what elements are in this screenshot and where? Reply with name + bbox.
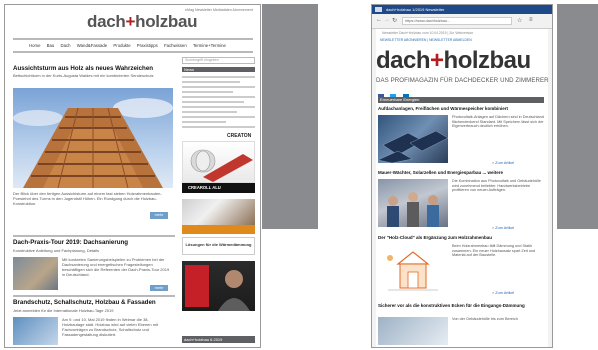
logo-text-dach: dach (87, 12, 126, 31)
divider (13, 235, 175, 237)
ad-banner-house[interactable] (182, 199, 255, 225)
logo-text-dach: dach (376, 47, 431, 74)
item-1-link[interactable]: > Zum Artikel (492, 161, 514, 166)
article-3-body: Am 9. und 10. Mai 2019 finden in Weimar … (62, 317, 159, 337)
more-button[interactable]: mehr (150, 285, 168, 291)
item-1-title[interactable]: Aufdachanlagen, Freiflächen und Wärmespe… (378, 106, 544, 111)
news-line[interactable] (182, 121, 226, 123)
search-input[interactable]: Suchbegriff eingeben (182, 57, 255, 64)
reload-icon[interactable]: ↻ (392, 17, 397, 24)
ad-brand[interactable]: CREATON (227, 133, 251, 139)
news-line[interactable] (182, 86, 255, 88)
item-3-image[interactable] (378, 244, 448, 296)
ad-banner-person[interactable] (182, 261, 255, 311)
article-2-title[interactable]: Dach-Praxis-Tour 2019: Dachsanierung (13, 239, 128, 246)
logo-text-holzbau: holzbau (443, 47, 532, 74)
menu-icon[interactable]: ≡ (529, 17, 533, 23)
item-3-title[interactable]: Der "Holz-Cloud" als Ergänzung zum Holzr… (378, 235, 544, 240)
tower-image[interactable] (13, 88, 173, 188)
newsletter-menu[interactable]: NEWSLETTER ABONNIEREN | NEWSLETTER ABMEL… (380, 38, 472, 42)
item-4-title[interactable]: Sicherer vor als die konstruktiven Ecken… (378, 303, 544, 308)
forward-icon[interactable]: → (384, 17, 390, 23)
item-1-text: Photovoltaik-Anlagen auf Dächern sind in… (452, 115, 544, 129)
ad-text-box[interactable]: Lösungen für die Wärmedämmung (182, 237, 255, 255)
item-2-text: Die Kombination aus Photovoltaik und Geb… (452, 179, 541, 193)
sidebar-footer: dach+holzbau 6.2019 (182, 336, 255, 343)
item-4-sub: Von der Gebäudehülle bis zum Bereich (452, 317, 518, 321)
browser-toolbar: ← → ↻ https://www.dachholzbau... ☆ ≡ (372, 14, 552, 29)
divider (13, 38, 253, 40)
gray-block-left (262, 4, 318, 229)
nav-fachwissen[interactable]: Fachwissen (164, 43, 187, 48)
tagline: DAS PROFIMAGAZIN FÜR DACHDECKER UND ZIMM… (376, 77, 549, 84)
article-2-image[interactable] (13, 257, 58, 290)
url-input[interactable]: https://www.dachholzbau... (402, 17, 512, 25)
main-nav: Home Bau Dach Wand&Fassade Produkte Prax… (29, 43, 231, 48)
item-3-text: Beim Holzrahmenbau fällt Dämmung und Sta… (452, 244, 536, 258)
logo-text-holzbau: holzbau (135, 12, 198, 31)
news-line[interactable] (182, 76, 255, 78)
back-icon[interactable]: ← (376, 17, 382, 23)
house-diagram (387, 251, 438, 291)
item-2-image[interactable] (378, 179, 448, 227)
article-2-sub: Konstruktive Anleitung und Fachplanung, … (13, 248, 100, 253)
article-3-sub: Jetzt anmelden für die Internationale Ho… (13, 308, 114, 313)
item-4-image[interactable] (378, 317, 448, 345)
news-line[interactable] (182, 111, 237, 113)
news-line[interactable] (182, 81, 241, 83)
nav-produkte[interactable]: Produkte (113, 43, 130, 48)
app-icon (375, 7, 382, 12)
solar-panels-photo (378, 130, 448, 163)
newsletter-logo[interactable]: dach+holzbau (376, 47, 531, 75)
ad-product-name[interactable]: CREAROLL ALU (182, 183, 255, 193)
roll-illustration (190, 149, 253, 182)
news-line[interactable] (182, 91, 234, 93)
nav-praxistipps[interactable]: Praxistipps (137, 43, 158, 48)
window-title: dach+holzbau 1/2019 Newsletter (372, 5, 552, 14)
item-3-link[interactable]: > Zum Artikel (492, 291, 514, 296)
website-screenshot: eMag Newsletter Mediadaten Abonnement da… (4, 4, 261, 348)
top-note[interactable]: Newsletter Dach+Holzbau vom 10.04.2019 |… (382, 31, 473, 35)
nav-wand[interactable]: Wand&Fassade (77, 43, 107, 48)
news-line[interactable] (182, 116, 255, 118)
news-line[interactable] (182, 96, 255, 98)
section-header: Erneuerbare Energien (378, 97, 544, 103)
nav-bau[interactable]: Bau (47, 43, 55, 48)
divider (13, 51, 253, 53)
news-line[interactable] (182, 106, 255, 108)
person-photo (185, 265, 250, 311)
item-2-title[interactable]: Mauer-Wächter, Solarzellen und Energiesp… (378, 170, 544, 175)
article-3-title[interactable]: Brandschutz, Schallschutz, Holzbau & Fas… (13, 299, 178, 306)
newsletter-screenshot: dach+holzbau 1/2019 Newsletter ← → ↻ htt… (371, 4, 553, 348)
ad-banner-roll[interactable] (182, 141, 255, 183)
news-line[interactable] (182, 126, 255, 128)
divider (13, 295, 175, 297)
gray-block-right (557, 4, 598, 229)
logo-plus: + (430, 47, 444, 74)
item-1-image[interactable] (378, 115, 448, 163)
headline[interactable]: Aussichtsturm aus Holz als neues Wahrzei… (13, 65, 153, 72)
tower-photo (13, 98, 173, 188)
nav-dach[interactable]: Dach (61, 43, 71, 48)
item-2-link[interactable]: > Zum Artikel (492, 226, 514, 231)
nav-termine[interactable]: Termine+Termine (193, 43, 226, 48)
nav-home[interactable]: Home (29, 43, 40, 48)
more-button[interactable]: mehr (150, 212, 168, 219)
news-line[interactable] (182, 101, 245, 103)
article-3-image[interactable] (13, 317, 58, 345)
star-icon[interactable]: ☆ (517, 17, 522, 24)
image-caption: Der Blick über den fertigen Aussichtstur… (13, 191, 162, 206)
sidebar-header: News (182, 67, 255, 72)
people-photo (387, 192, 439, 227)
logo-plus: + (125, 12, 136, 31)
ad-strip-orange[interactable] (182, 225, 255, 234)
article-2-body: Mit konkreten Sanierungsbeispielen zu Pr… (62, 257, 170, 277)
sidebar-news-list (182, 73, 255, 131)
site-logo[interactable]: dach+holzbau (87, 12, 198, 32)
headline-sub: Bettschichtturm in der Kurts-Augusta Wal… (13, 73, 154, 78)
